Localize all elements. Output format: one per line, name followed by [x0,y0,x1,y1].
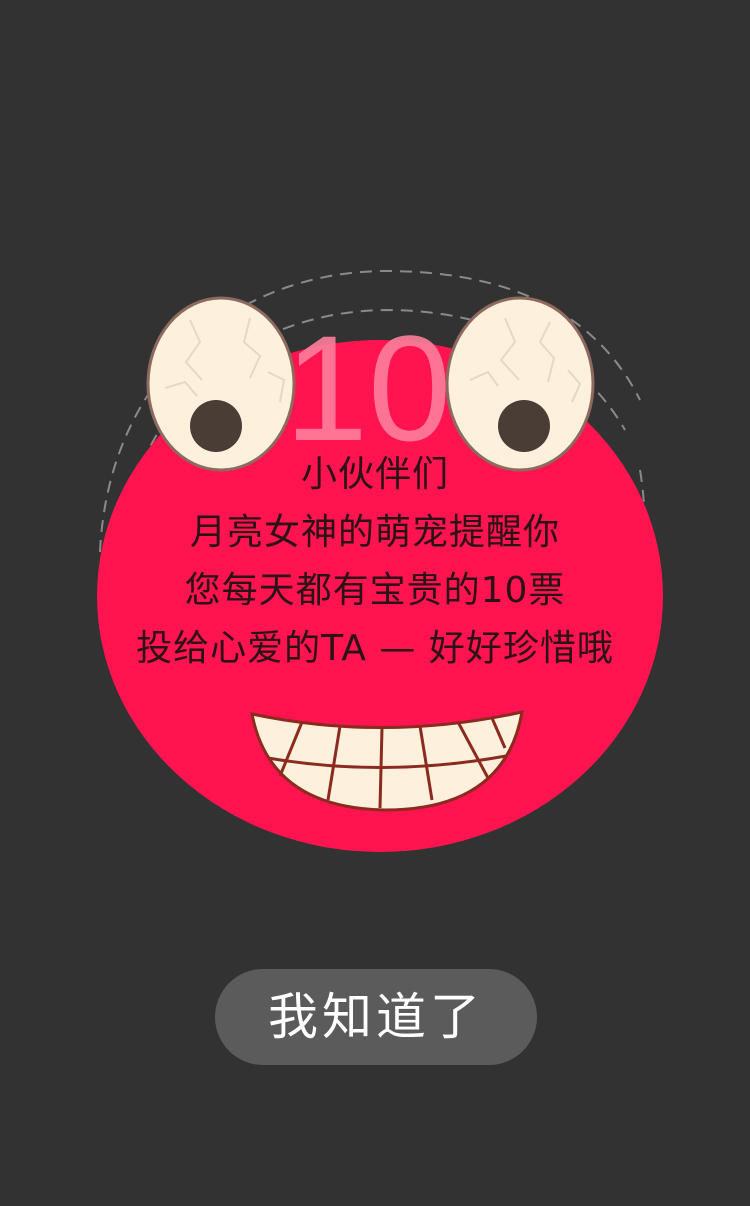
message-line: 小伙伴们 [300,454,449,495]
right-pupil [498,400,550,452]
reminder-message: 小伙伴们 月亮女神的萌宠提醒你 您每天都有宝贵的10票 投给心爱的TA — 好好… [100,446,650,678]
got-it-button[interactable]: 我知道了 [215,969,537,1065]
vote-reminder-overlay: 10 小伙伴们 月亮女神的萌宠提醒你 您每天都有宝贵的10票 投给心爱的TA —… [0,0,750,1206]
right-eye [445,296,595,472]
message-line: 您每天都有宝贵的10票 [184,570,566,611]
message-line: 投给心爱的TA — 好好珍惜哦 [136,628,614,669]
message-line: 月亮女神的萌宠提醒你 [189,512,560,553]
left-eye [146,296,296,472]
left-pupil [190,400,242,452]
